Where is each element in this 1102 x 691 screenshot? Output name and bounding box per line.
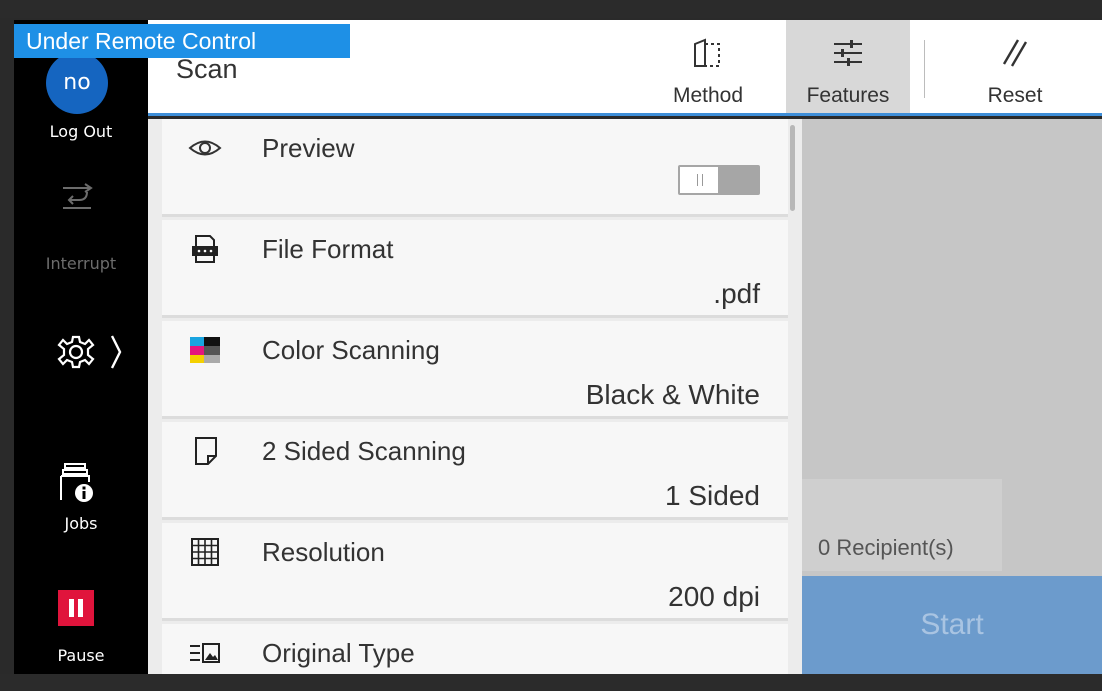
recipient-pane: 0 Recipient(s) Start [802,119,1102,674]
left-rail: no Log Out Interrupt Jobs Pause [14,20,148,674]
feature-title: Color Scanning [262,335,440,365]
interrupt-label: Interrupt [45,254,117,273]
features-button[interactable]: Features [786,20,910,113]
remote-control-banner: Under Remote Control [14,24,350,58]
feature-title: Preview [262,133,355,163]
top-frame [0,0,1102,18]
pause-label: Pause [57,646,105,665]
reset-label: Reset [987,84,1043,107]
logout-button[interactable]: Log Out [14,122,148,141]
features-label: Features [806,84,890,107]
preview-toggle[interactable] [678,165,760,195]
method-icon [694,38,720,67]
original-type-icon [190,643,220,663]
feature-row-2-sided-scanning[interactable]: 2 Sided Scanning 1 Sided [162,422,788,520]
feature-row-color-scanning[interactable]: Color Scanning Black & White [162,321,788,419]
toggle-knob [680,167,718,193]
file-format-icon [192,235,218,263]
page-title: Scan [176,54,238,84]
features-sliders-icon [834,40,862,66]
jobs-label: Jobs [64,514,98,533]
feature-title: Original Type [262,638,415,668]
reset-button[interactable]: Reset [954,20,1076,113]
feature-value: Black & White [585,379,760,410]
user-avatar[interactable]: no [46,52,108,114]
bottom-frame [0,674,1102,691]
pause-button[interactable] [58,590,94,626]
reset-slashes-icon [1002,39,1028,67]
feature-title: File Format [262,234,394,264]
feature-row-file-format[interactable]: File Format .pdf [162,220,788,318]
feature-value: .pdf [713,278,760,309]
method-button[interactable]: Method [653,20,763,113]
feature-row-preview[interactable]: Preview [162,119,788,217]
feature-row-resolution[interactable]: Resolution 200 dpi [162,523,788,621]
feature-title: Resolution [262,537,385,567]
feature-value: 200 dpi [668,581,760,612]
features-list[interactable]: Preview File Format .pdf Color Scanning … [148,119,802,691]
page-icon [195,437,217,465]
feature-title: 2 Sided Scanning [262,436,466,466]
feature-value: 1 Sided [665,480,760,511]
recipient-count: 0 Recipient(s) [818,535,954,560]
interrupt-icon[interactable] [59,180,95,216]
scan-screen: no Log Out Interrupt Jobs Pause Under Re… [0,0,1102,691]
list-scrollbar[interactable] [790,125,795,211]
method-label: Method [672,84,744,107]
start-button[interactable]: Start [802,576,1102,674]
jobs-icon[interactable] [59,460,95,504]
eye-icon [188,140,222,156]
settings-gear-icon[interactable] [54,328,134,376]
header-divider [924,40,925,98]
color-icon [190,337,220,363]
grid-icon [191,538,219,566]
